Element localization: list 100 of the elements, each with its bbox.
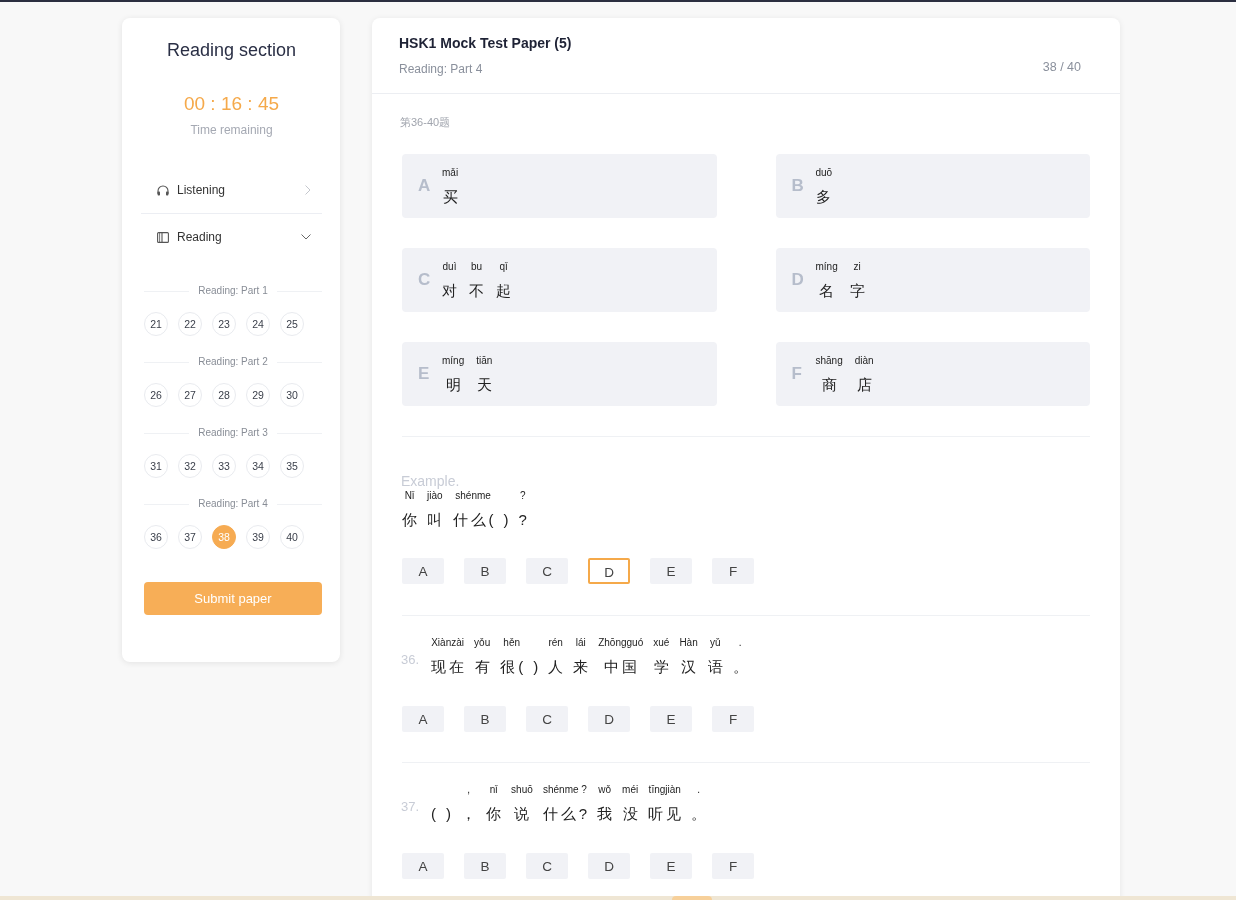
hanzi: 什么? xyxy=(542,804,591,824)
hanzi: 不 xyxy=(469,280,487,301)
pinyin: Xiànzài xyxy=(431,636,464,649)
answer-choice[interactable]: E xyxy=(650,558,692,584)
paper-title: HSK1 Mock Test Paper (5) xyxy=(399,34,572,52)
question-number-button[interactable]: 21 xyxy=(144,312,168,336)
answer-choice[interactable]: D xyxy=(588,853,630,879)
answer-choice[interactable]: C xyxy=(526,853,568,879)
question-number-button[interactable]: 33 xyxy=(212,454,236,478)
question-number-button[interactable]: 23 xyxy=(212,312,236,336)
answer-choice[interactable]: C xyxy=(526,558,568,584)
pinyin: méi xyxy=(622,783,639,796)
answer-choice[interactable]: C xyxy=(526,706,568,732)
pinyin: . xyxy=(697,783,701,796)
pinyin: yǔ xyxy=(709,636,721,649)
option-letter: D xyxy=(791,270,804,290)
pinyin: shénme ? xyxy=(542,783,587,796)
pinyin: , xyxy=(467,783,470,796)
hanzi: 商 xyxy=(821,374,840,395)
pinyin: bu xyxy=(470,259,483,273)
section-title: Reading section xyxy=(166,39,297,61)
option-letter: F xyxy=(791,364,803,384)
pinyin: tiān xyxy=(476,353,493,367)
pinyin: duō xyxy=(815,165,833,179)
hanzi: ) xyxy=(503,510,512,530)
part-heading: Reading: Part 3 xyxy=(198,426,268,440)
hanzi: 没 xyxy=(622,804,641,824)
answer-choice[interactable]: E xyxy=(650,853,692,879)
pinyin: Nǐ xyxy=(404,489,415,502)
question-number-button[interactable]: 32 xyxy=(178,454,202,478)
pinyin: shénme xyxy=(455,489,491,502)
part-heading: Reading: Part 4 xyxy=(198,497,268,511)
pinyin: duì xyxy=(442,259,457,273)
question-number-button[interactable]: 25 xyxy=(280,312,304,336)
hanzi: ) xyxy=(533,657,542,677)
hanzi: 你 xyxy=(486,804,505,824)
answer-choice[interactable]: D xyxy=(588,706,630,732)
answer-choice[interactable]: B xyxy=(464,558,506,584)
question-number-button[interactable]: 31 xyxy=(144,454,168,478)
question-number-button[interactable]: 30 xyxy=(280,383,304,407)
hanzi: 语 xyxy=(707,657,726,677)
question-number-button[interactable]: 35 xyxy=(280,454,304,478)
pinyin: nǐ xyxy=(489,783,498,796)
book-icon xyxy=(157,231,169,243)
hanzi: ， xyxy=(461,804,480,824)
answer-choice[interactable]: D xyxy=(588,558,630,584)
hanzi: ( xyxy=(431,804,440,824)
question-number-button[interactable]: 36 xyxy=(144,525,168,549)
hanzi: 中国 xyxy=(604,657,641,677)
pinyin: shuō xyxy=(511,783,533,796)
pinyin: hěn xyxy=(503,636,521,649)
hanzi: 有 xyxy=(474,657,493,677)
question-number-button[interactable]: 37 xyxy=(178,525,202,549)
question-number-button[interactable]: 39 xyxy=(246,525,270,549)
hanzi: 现在 xyxy=(431,657,468,677)
hanzi: 。 xyxy=(732,657,751,677)
nav-item[interactable]: Listening xyxy=(141,167,322,214)
option-letter: B xyxy=(791,176,804,196)
hanzi: 起 xyxy=(496,280,514,301)
hanzi: 来 xyxy=(573,657,592,677)
hanzi: 你 xyxy=(402,510,420,530)
question-number-button[interactable]: 40 xyxy=(280,525,304,549)
pinyin: míng xyxy=(442,353,465,367)
answer-choice[interactable]: A xyxy=(402,853,444,879)
headphones-icon xyxy=(157,184,169,196)
question-number-button[interactable]: 29 xyxy=(246,383,270,407)
part-heading: Reading: Part 2 xyxy=(198,355,268,369)
answer-choice[interactable]: B xyxy=(464,706,506,732)
option-letter: A xyxy=(418,176,430,196)
hanzi: ? xyxy=(518,510,530,530)
answer-choice[interactable]: E xyxy=(650,706,692,732)
question-number-button[interactable]: 22 xyxy=(178,312,202,336)
pinyin: ? xyxy=(519,489,526,502)
hanzi: 我 xyxy=(597,804,616,824)
pinyin: míng xyxy=(815,259,838,273)
hanzi: 名 xyxy=(819,280,838,301)
answer-choice[interactable]: F xyxy=(712,706,754,732)
question-number-button[interactable]: 26 xyxy=(144,383,168,407)
hanzi: 什么( xyxy=(452,510,497,530)
hanzi: 明 xyxy=(445,374,464,395)
pinyin: qǐ xyxy=(499,259,508,273)
pinyin: diàn xyxy=(854,353,874,367)
answer-choice[interactable]: F xyxy=(712,558,754,584)
question-number-button[interactable]: 28 xyxy=(212,383,236,407)
tab-handle[interactable] xyxy=(672,896,712,900)
answer-choice[interactable]: A xyxy=(402,558,444,584)
answer-choice[interactable]: B xyxy=(464,853,506,879)
option-letter: C xyxy=(418,270,430,290)
question-number-button[interactable]: 27 xyxy=(178,383,202,407)
pinyin: lái xyxy=(575,636,586,649)
answer-choice[interactable]: A xyxy=(402,706,444,732)
hanzi: 人 xyxy=(548,657,567,677)
hanzi: 多 xyxy=(816,186,835,207)
hanzi: 汉 xyxy=(681,657,700,677)
question-range-label: 第36-40题 xyxy=(400,115,452,129)
question-number-button[interactable]: 34 xyxy=(246,454,270,478)
answer-choice[interactable]: F xyxy=(712,853,754,879)
pinyin: xué xyxy=(653,636,670,649)
nav-item[interactable]: Reading xyxy=(141,214,322,260)
question-number-button[interactable]: 24 xyxy=(246,312,270,336)
